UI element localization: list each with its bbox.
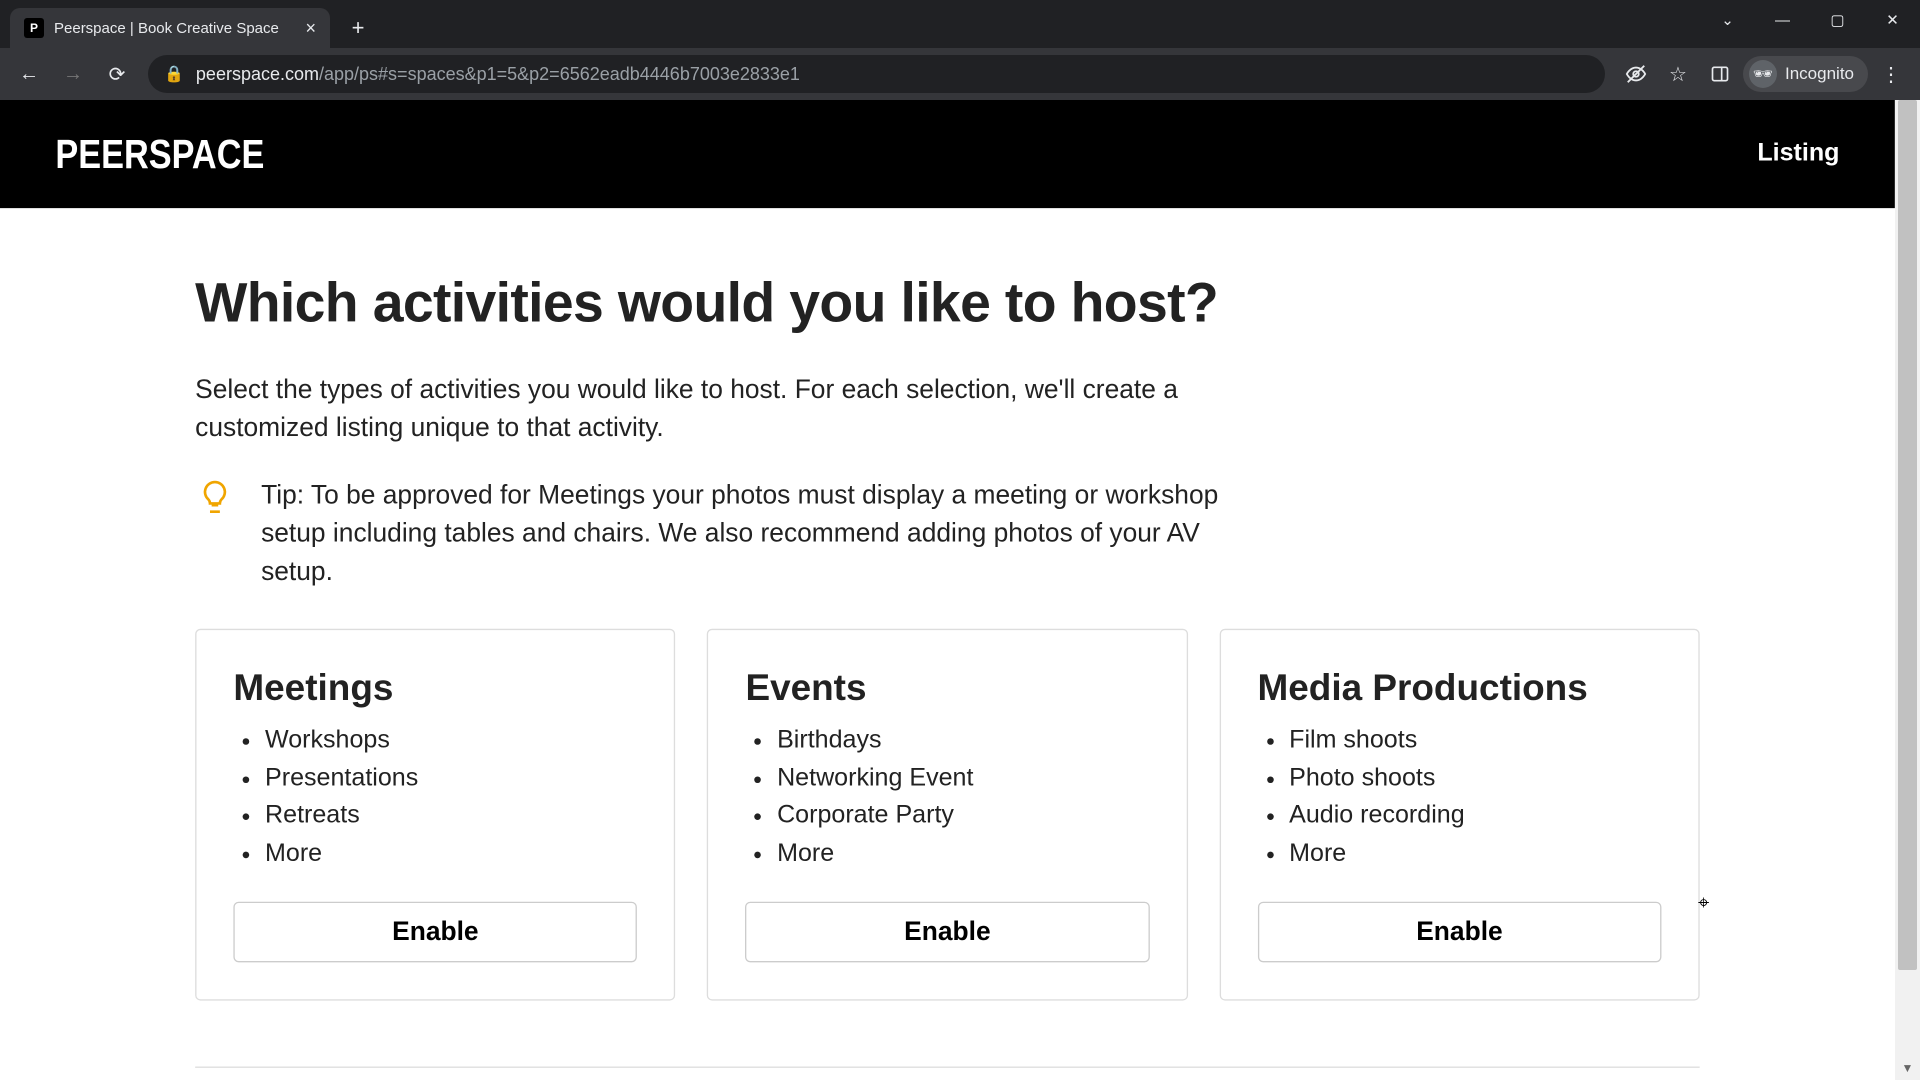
scroll-down-arrow[interactable]: ▼ <box>1895 1055 1920 1080</box>
kebab-menu-icon[interactable]: ⋮ <box>1872 55 1910 93</box>
side-panel-icon[interactable] <box>1701 55 1739 93</box>
card-meetings: Meetings Workshops Presentations Retreat… <box>195 629 675 1001</box>
list-item: More <box>265 835 637 873</box>
card-list: Workshops Presentations Retreats More <box>233 722 637 872</box>
page-title: Which activities would you like to host? <box>195 271 1700 334</box>
enable-events-button[interactable]: Enable <box>745 902 1149 963</box>
card-events: Events Birthdays Networking Event Corpor… <box>707 629 1187 1001</box>
list-item: Photo shoots <box>1289 760 1661 798</box>
list-item: More <box>1289 835 1661 873</box>
card-media-productions: Media Productions Film shoots Photo shoo… <box>1219 629 1699 1001</box>
list-item: Film shoots <box>1289 722 1661 760</box>
maximize-button[interactable]: ▢ <box>1810 0 1865 40</box>
browser-toolbar: ← → ⟳ 🔒 peerspace.com/app/ps#s=spaces&p1… <box>0 48 1920 100</box>
tab-title: Peerspace | Book Creative Space <box>54 20 279 37</box>
tracking-icon[interactable] <box>1617 55 1655 93</box>
list-item: Audio recording <box>1289 798 1661 836</box>
card-title: Media Productions <box>1257 667 1661 709</box>
bookmark-icon[interactable]: ☆ <box>1659 55 1697 93</box>
tab-search-icon[interactable]: ⌄ <box>1700 0 1755 40</box>
scrollbar-thumb[interactable] <box>1898 100 1917 970</box>
close-window-button[interactable]: ✕ <box>1865 0 1920 40</box>
forward-button[interactable]: → <box>54 55 92 93</box>
card-title: Events <box>745 667 1149 709</box>
list-item: More <box>777 835 1149 873</box>
tip-callout: Tip: To be approved for Meetings your ph… <box>195 477 1700 592</box>
incognito-icon: 🕶 <box>1749 60 1777 88</box>
window-controls: ⌄ ― ▢ ✕ <box>1700 0 1920 40</box>
list-item: Workshops <box>265 722 637 760</box>
card-list: Film shoots Photo shoots Audio recording… <box>1257 722 1661 872</box>
close-tab-icon[interactable]: × <box>305 18 316 39</box>
enable-media-button[interactable]: Enable <box>1257 902 1661 963</box>
lock-icon: 🔒 <box>164 64 184 84</box>
activity-cards: Meetings Workshops Presentations Retreat… <box>195 629 1700 1001</box>
card-title: Meetings <box>233 667 637 709</box>
address-bar[interactable]: 🔒 peerspace.com/app/ps#s=spaces&p1=5&p2=… <box>148 55 1605 93</box>
listing-link[interactable]: Listing <box>1757 140 1839 169</box>
tip-text: Tip: To be approved for Meetings your ph… <box>261 477 1224 592</box>
card-list: Birthdays Networking Event Corporate Par… <box>745 722 1149 872</box>
enable-meetings-button[interactable]: Enable <box>233 902 637 963</box>
vertical-scrollbar[interactable]: ▲ ▼ <box>1895 100 1920 1080</box>
incognito-indicator[interactable]: 🕶 Incognito <box>1743 56 1868 92</box>
list-item: Birthdays <box>777 722 1149 760</box>
back-button[interactable]: ← <box>10 55 48 93</box>
site-logo[interactable]: PEERSPACE <box>55 130 264 179</box>
incognito-label: Incognito <box>1785 64 1854 84</box>
page-viewport: PEERSPACE Listing Which activities would… <box>0 100 1895 1080</box>
new-tab-button[interactable]: + <box>344 14 372 42</box>
reload-button[interactable]: ⟳ <box>98 55 136 93</box>
url-text: peerspace.com/app/ps#s=spaces&p1=5&p2=65… <box>196 64 800 85</box>
list-item: Corporate Party <box>777 798 1149 836</box>
tab-favicon: P <box>24 18 44 38</box>
browser-titlebar: P Peerspace | Book Creative Space × + ⌄ … <box>0 0 1920 48</box>
list-item: Retreats <box>265 798 637 836</box>
page-subtitle: Select the types of activities you would… <box>195 372 1210 448</box>
main-content: Which activities would you like to host?… <box>0 208 1895 1080</box>
site-header: PEERSPACE Listing <box>0 100 1895 208</box>
list-item: Presentations <box>265 760 637 798</box>
lightbulb-icon <box>195 477 235 517</box>
list-item: Networking Event <box>777 760 1149 798</box>
section-divider <box>195 1067 1700 1068</box>
minimize-button[interactable]: ― <box>1755 0 1810 40</box>
browser-tab[interactable]: P Peerspace | Book Creative Space × <box>10 8 330 48</box>
